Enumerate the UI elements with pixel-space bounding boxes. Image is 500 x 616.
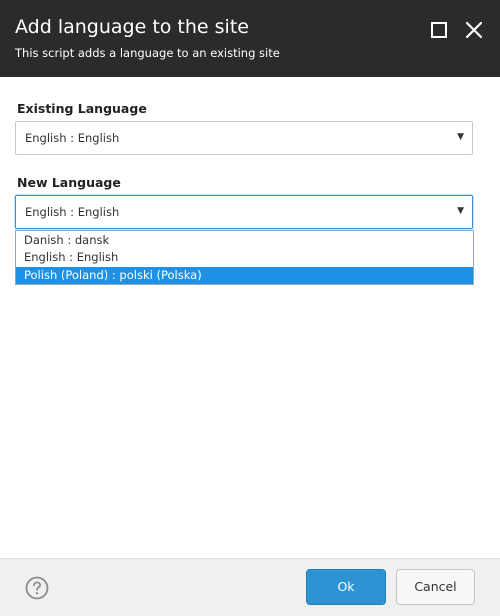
ok-button[interactable]: Ok — [306, 569, 386, 605]
new-language-value: English : English — [25, 205, 120, 219]
help-button[interactable] — [25, 576, 49, 600]
language-option-english[interactable]: English : English — [16, 249, 473, 266]
cancel-button[interactable]: Cancel — [396, 569, 475, 605]
dialog-header: Add language to the site This script add… — [0, 0, 500, 77]
new-language-select[interactable]: English : English ▼ — [15, 195, 473, 229]
close-button[interactable] — [462, 18, 486, 42]
language-option-danish[interactable]: Danish : dansk — [16, 232, 473, 249]
new-language-label: New Language — [17, 175, 121, 190]
dropdown-arrow-icon: ▼ — [457, 132, 464, 142]
new-language-dropdown-list: Danish : dansk English : English Polish … — [15, 230, 474, 285]
dialog-footer: Ok Cancel — [0, 558, 500, 616]
maximize-icon — [431, 22, 447, 38]
language-option-polish[interactable]: Polish (Poland) : polski (Polska) — [16, 267, 473, 284]
dropdown-arrow-icon: ▼ — [457, 206, 464, 216]
help-icon — [25, 576, 49, 600]
maximize-button[interactable] — [427, 18, 451, 42]
dialog-subtitle: This script adds a language to an existi… — [15, 46, 280, 60]
existing-language-value: English : English — [25, 131, 120, 145]
dialog-title: Add language to the site — [15, 16, 249, 38]
close-icon — [465, 21, 483, 39]
existing-language-label: Existing Language — [17, 101, 147, 116]
add-language-dialog: Add language to the site This script add… — [0, 0, 500, 616]
existing-language-select[interactable]: English : English ▼ — [15, 121, 473, 155]
